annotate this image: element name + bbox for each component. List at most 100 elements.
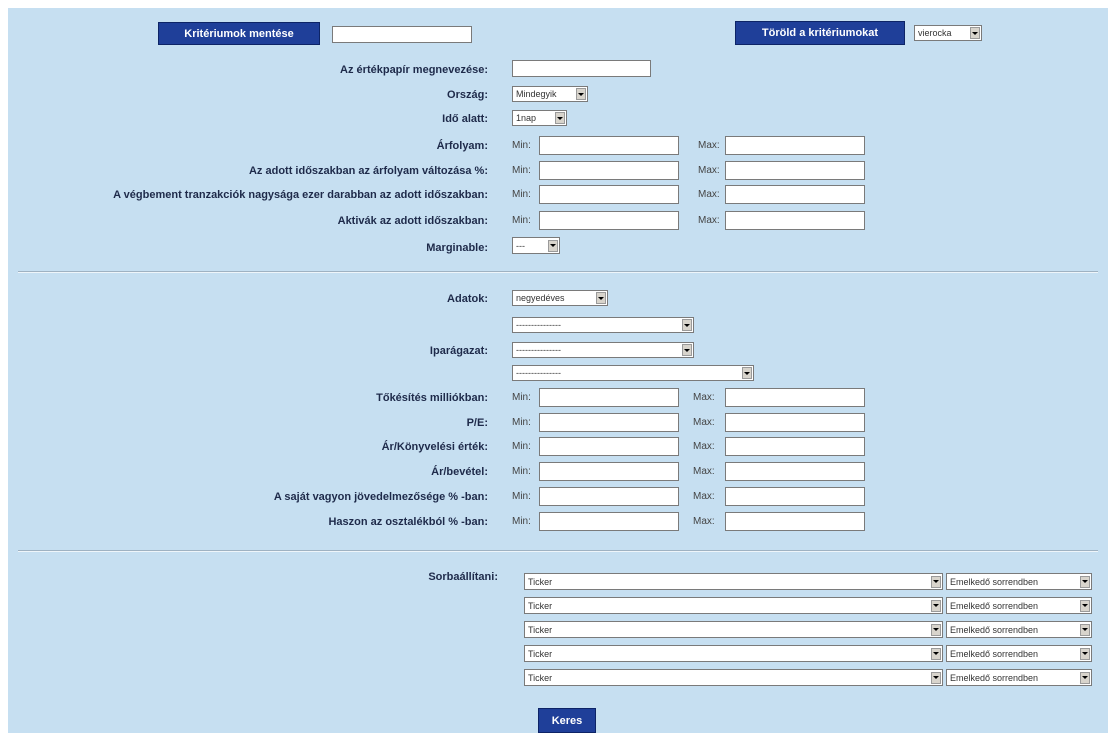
filter-label-dividend: Haszon az osztalékból % -ban: (328, 516, 488, 528)
sort-field-select-4[interactable]: Ticker (524, 645, 943, 662)
pe-max-input[interactable] (725, 413, 865, 432)
filter-label-assets: Aktivák az adott időszakban: (337, 215, 488, 227)
filter-label-pe: P/E: (466, 417, 488, 429)
sort-order-select-5[interactable]: Emelkedő sorrendben (946, 669, 1092, 686)
chevron-down-icon (1080, 671, 1090, 684)
security-name-input[interactable] (512, 60, 651, 77)
sort-order-select-2[interactable]: Emelkedő sorrendben (946, 597, 1092, 614)
save-criteria-button[interactable]: Kritériumok mentése (158, 22, 320, 45)
min-label: Min: (512, 140, 531, 151)
price-max-input[interactable] (725, 136, 865, 155)
period-value: 1nap (516, 113, 537, 123)
period-label: Idő alatt: (442, 113, 488, 125)
assets-max-input[interactable] (725, 211, 865, 230)
filter-label-market-cap: Tőkésítés milliókban: (376, 392, 488, 404)
data-period-select[interactable]: negyedéves (512, 290, 608, 306)
max-label: Max: (693, 417, 715, 428)
chevron-down-icon (548, 239, 558, 252)
filter-label-roe: A saját vagyon jövedelmezősége % -ban: (273, 491, 488, 503)
sort-order-select-3[interactable]: Emelkedő sorrendben (946, 621, 1092, 638)
assets-min-input[interactable] (539, 211, 679, 230)
filter-label-price-change: Az adott időszakban az árfolyam változás… (248, 165, 488, 177)
filter-label-price: Árfolyam: (436, 140, 488, 152)
chevron-down-icon (931, 647, 941, 660)
price-sales-min-input[interactable] (539, 462, 679, 481)
chevron-down-icon (682, 319, 692, 331)
min-label: Min: (512, 189, 531, 200)
saved-criteria-value: vierocka (918, 28, 952, 38)
sort-order-value: Emelkedő sorrendben (950, 576, 1039, 587)
price-book-max-input[interactable] (725, 437, 865, 456)
period-select[interactable]: 1nap (512, 110, 567, 126)
filter-label-price-book: Ár/Könyvelési érték: (381, 441, 488, 453)
price-book-min-input[interactable] (539, 437, 679, 456)
min-label: Min: (512, 441, 531, 452)
marginable-label: Marginable: (426, 242, 488, 254)
industry-value: --------------- (516, 368, 561, 378)
market-cap-min-input[interactable] (539, 388, 679, 407)
marginable-select[interactable]: --- (512, 237, 560, 254)
sort-order-select-4[interactable]: Emelkedő sorrendben (946, 645, 1092, 662)
country-value: Mindegyik (516, 89, 557, 99)
filter-label-volume: A végbement tranzakciók nagysága ezer da… (113, 189, 488, 201)
dividend-min-input[interactable] (539, 512, 679, 531)
industry-label: Iparágazat: (429, 345, 488, 357)
price-min-input[interactable] (539, 136, 679, 155)
max-label: Max: (693, 491, 715, 502)
sort-order-value: Emelkedő sorrendben (950, 600, 1039, 611)
sort-field-select-3[interactable]: Ticker (524, 621, 943, 638)
chevron-down-icon (682, 344, 692, 356)
industry-select-2[interactable]: --------------- (512, 342, 694, 358)
sort-order-value: Emelkedő sorrendben (950, 624, 1039, 635)
search-button[interactable]: Keres (538, 708, 596, 733)
min-label: Min: (512, 466, 531, 477)
country-label: Ország: (447, 89, 488, 101)
dividend-max-input[interactable] (725, 512, 865, 531)
industry-select-3[interactable]: --------------- (512, 365, 754, 381)
criteria-name-input[interactable] (332, 26, 472, 43)
sort-label: Sorbaállítani: (428, 571, 498, 583)
sort-field-value: Ticker (528, 576, 553, 587)
min-label: Min: (512, 417, 531, 428)
chevron-down-icon (931, 671, 941, 684)
marginable-value: --- (516, 240, 525, 251)
max-label: Max: (693, 466, 715, 477)
min-label: Min: (512, 392, 531, 403)
volume-min-input[interactable] (539, 185, 679, 204)
section-divider (18, 550, 1098, 552)
roe-max-input[interactable] (725, 487, 865, 506)
sort-field-value: Ticker (528, 648, 553, 659)
sort-field-select-1[interactable]: Ticker (524, 573, 943, 590)
market-cap-max-input[interactable] (725, 388, 865, 407)
sort-field-select-2[interactable]: Ticker (524, 597, 943, 614)
max-label: Max: (693, 516, 715, 527)
volume-max-input[interactable] (725, 185, 865, 204)
max-label: Max: (693, 441, 715, 452)
delete-criteria-button[interactable]: Töröld a kritériumokat (735, 21, 905, 45)
max-label: Max: (698, 140, 720, 151)
pe-min-input[interactable] (539, 413, 679, 432)
security-name-label: Az értékpapír megnevezése: (340, 64, 488, 76)
price-change-max-input[interactable] (725, 161, 865, 180)
sort-field-value: Ticker (528, 624, 553, 635)
saved-criteria-select[interactable]: vierocka (914, 25, 982, 41)
roe-min-input[interactable] (539, 487, 679, 506)
data-period-value: negyedéves (516, 293, 565, 303)
country-select[interactable]: Mindegyik (512, 86, 588, 102)
sort-order-select-1[interactable]: Emelkedő sorrendben (946, 573, 1092, 590)
price-change-min-input[interactable] (539, 161, 679, 180)
max-label: Max: (698, 215, 720, 226)
screener-panel: Kritériumok mentése Töröld a kritériumok… (8, 8, 1108, 733)
sort-order-value: Emelkedő sorrendben (950, 672, 1039, 683)
chevron-down-icon (1080, 623, 1090, 636)
chevron-down-icon (931, 575, 941, 588)
min-label: Min: (512, 491, 531, 502)
industry-select-1[interactable]: --------------- (512, 317, 694, 333)
min-label: Min: (512, 516, 531, 527)
chevron-down-icon (931, 623, 941, 636)
chevron-down-icon (1080, 599, 1090, 612)
sort-field-value: Ticker (528, 600, 553, 611)
sort-field-select-5[interactable]: Ticker (524, 669, 943, 686)
chevron-down-icon (931, 599, 941, 612)
price-sales-max-input[interactable] (725, 462, 865, 481)
